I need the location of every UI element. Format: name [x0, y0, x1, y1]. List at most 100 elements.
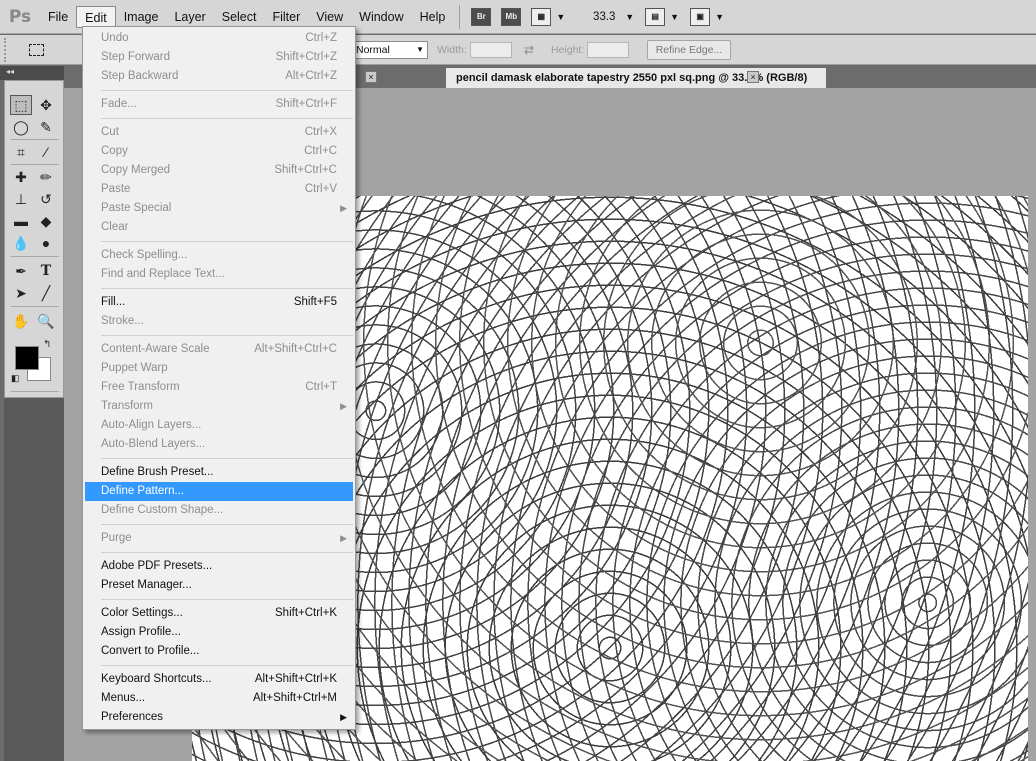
- collapse-icon[interactable]: ◂◂: [6, 67, 14, 76]
- menu-separator: [101, 288, 353, 289]
- healing-brush-icon[interactable]: ✚: [10, 167, 32, 187]
- menu-item-adobe-pdf-presets[interactable]: Adobe PDF Presets...: [85, 557, 353, 576]
- menu-item-convert-to-profile[interactable]: Convert to Profile...: [85, 642, 353, 661]
- menu-item-clear[interactable]: Clear: [85, 218, 353, 237]
- mini-bridge-button[interactable]: Mb: [501, 7, 522, 26]
- close-active-tab-icon[interactable]: ×: [747, 71, 759, 83]
- eraser-icon[interactable]: ▬: [10, 211, 32, 231]
- menu-item-find-and-replace-text[interactable]: Find and Replace Text...: [85, 265, 353, 284]
- history-brush-icon[interactable]: ↺: [35, 189, 57, 209]
- tools-panel-header[interactable]: ◂◂: [0, 66, 64, 80]
- arrange-documents-button[interactable]: ▤: [645, 7, 666, 26]
- menu-item-free-transform[interactable]: Free Transform Ctrl+T: [85, 378, 353, 397]
- rect-marquee-icon[interactable]: ⬚: [10, 95, 32, 115]
- menu-item-shortcut: Alt+Shift+Ctrl+K: [254, 673, 337, 685]
- hand-icon[interactable]: ✋: [10, 311, 32, 331]
- lasso-icon[interactable]: ◯: [10, 117, 32, 137]
- menu-item-keyboard-shortcuts[interactable]: Keyboard Shortcuts... Alt+Shift+Ctrl+K: [85, 670, 353, 689]
- menu-item-copy[interactable]: Copy Ctrl+C: [85, 142, 353, 161]
- menu-item-copy-merged[interactable]: Copy Merged Shift+Ctrl+C: [85, 161, 353, 180]
- zoom-level[interactable]: 33.3: [583, 8, 625, 26]
- menu-separator: [101, 458, 353, 459]
- pen-icon[interactable]: ✒: [10, 261, 32, 281]
- menu-item-puppet-warp[interactable]: Puppet Warp: [85, 359, 353, 378]
- zoom-icon[interactable]: 🔍: [35, 311, 57, 331]
- path-select-icon[interactable]: ➤: [10, 283, 32, 303]
- type-icon[interactable]: T: [35, 261, 57, 281]
- menu-item-define-brush-preset[interactable]: Define Brush Preset...: [85, 463, 353, 482]
- tab-active-document[interactable]: pencil damask elaborate tapestry 2550 px…: [446, 68, 826, 88]
- menu-item-auto-blend-layers[interactable]: Auto-Blend Layers...: [85, 435, 353, 454]
- menu-help[interactable]: Help: [412, 6, 454, 28]
- menu-item-label: Fade...: [101, 98, 137, 110]
- move-icon[interactable]: ✥: [35, 95, 57, 115]
- menu-view[interactable]: View: [308, 6, 351, 28]
- menu-item-shortcut: Alt+Shift+Ctrl+C: [254, 343, 337, 355]
- view-extras-dropdown-icon[interactable]: ▼: [556, 12, 565, 22]
- bridge-button[interactable]: Br: [471, 7, 492, 26]
- blur-icon[interactable]: 💧: [10, 233, 32, 253]
- menu-item-label: Puppet Warp: [101, 362, 168, 374]
- menu-item-auto-align-layers[interactable]: Auto-Align Layers...: [85, 416, 353, 435]
- options-grip[interactable]: [4, 37, 10, 62]
- menu-edit[interactable]: Edit: [76, 5, 116, 28]
- dodge-icon[interactable]: ●: [35, 233, 57, 253]
- screen-mode-dropdown-icon[interactable]: ▼: [715, 12, 724, 22]
- tool-preset-picker[interactable]: [20, 38, 52, 62]
- menu-item-label: Color Settings...: [101, 607, 183, 619]
- menu-item-check-spelling[interactable]: Check Spelling...: [85, 246, 353, 265]
- tools-divider: [11, 139, 59, 140]
- eyedropper-icon[interactable]: ⁄: [35, 142, 57, 162]
- menu-item-shortcut: Ctrl+Z: [305, 32, 337, 44]
- menu-item-menus[interactable]: Menus... Alt+Shift+Ctrl+M: [85, 689, 353, 708]
- menu-layer[interactable]: Layer: [166, 6, 213, 28]
- swap-colors-icon[interactable]: ↰: [43, 339, 51, 350]
- tools-divider: [11, 391, 59, 392]
- menu-item-paste-special[interactable]: Paste Special ▶: [85, 199, 353, 218]
- default-colors-icon[interactable]: ◧: [11, 373, 20, 384]
- width-field[interactable]: [470, 42, 512, 58]
- menu-item-purge[interactable]: Purge ▶: [85, 529, 353, 548]
- menu-item-shortcut: Shift+Ctrl+F: [275, 98, 337, 110]
- menu-file[interactable]: File: [40, 6, 76, 28]
- menu-select[interactable]: Select: [214, 6, 265, 28]
- menu-item-cut[interactable]: Cut Ctrl+X: [85, 123, 353, 142]
- swap-dimensions-icon[interactable]: ⇄: [524, 43, 534, 57]
- menu-item-fade[interactable]: Fade... Shift+Ctrl+F: [85, 95, 353, 114]
- menu-item-label: Paste Special: [101, 202, 172, 214]
- clone-stamp-icon[interactable]: ⊥: [10, 189, 32, 209]
- close-tab-icon[interactable]: ×: [365, 71, 377, 83]
- menu-item-assign-profile[interactable]: Assign Profile...: [85, 623, 353, 642]
- screen-mode-button[interactable]: ▣: [690, 7, 711, 26]
- height-field[interactable]: [587, 42, 629, 58]
- menu-item-undo[interactable]: Undo Ctrl+Z: [85, 29, 353, 48]
- view-extras-button[interactable]: ▦: [531, 7, 552, 26]
- menu-item-content-aware-scale[interactable]: Content-Aware Scale Alt+Shift+Ctrl+C: [85, 340, 353, 359]
- edit-menu-dropdown: Undo Ctrl+Z Step Forward Shift+Ctrl+Z Step B…: [82, 26, 356, 730]
- menu-item-step-forward[interactable]: Step Forward Shift+Ctrl+Z: [85, 48, 353, 67]
- menu-window[interactable]: Window: [351, 6, 411, 28]
- line-icon[interactable]: ╱: [35, 283, 57, 303]
- zoom-dropdown-icon[interactable]: ▼: [625, 12, 634, 22]
- menu-item-color-settings[interactable]: Color Settings... Shift+Ctrl+K: [85, 604, 353, 623]
- style-select[interactable]: Normal ▼: [352, 41, 428, 59]
- arrange-dropdown-icon[interactable]: ▼: [670, 12, 679, 22]
- foreground-color[interactable]: [15, 346, 39, 370]
- menu-item-fill[interactable]: Fill... Shift+F5: [85, 293, 353, 312]
- refine-edge-button[interactable]: Refine Edge...: [647, 40, 731, 60]
- menu-item-preferences[interactable]: Preferences ▶: [85, 708, 353, 727]
- menu-item-stroke[interactable]: Stroke...: [85, 312, 353, 331]
- brush-icon[interactable]: ✏: [35, 167, 57, 187]
- crop-icon[interactable]: ⌗: [10, 142, 32, 162]
- menu-filter[interactable]: Filter: [264, 6, 308, 28]
- menu-item-define-custom-shape[interactable]: Define Custom Shape...: [85, 501, 353, 520]
- menu-item-step-backward[interactable]: Step Backward Alt+Ctrl+Z: [85, 67, 353, 86]
- paint-bucket-icon[interactable]: ◆: [35, 211, 57, 231]
- menu-item-define-pattern[interactable]: Define Pattern...: [85, 482, 353, 501]
- menu-item-transform[interactable]: Transform ▶: [85, 397, 353, 416]
- menu-image[interactable]: Image: [116, 6, 167, 28]
- menu-item-paste[interactable]: Paste Ctrl+V: [85, 180, 353, 199]
- menu-item-preset-manager[interactable]: Preset Manager...: [85, 576, 353, 595]
- quick-select-icon[interactable]: ✎: [35, 117, 57, 137]
- menu-item-label: Preferences: [101, 711, 164, 723]
